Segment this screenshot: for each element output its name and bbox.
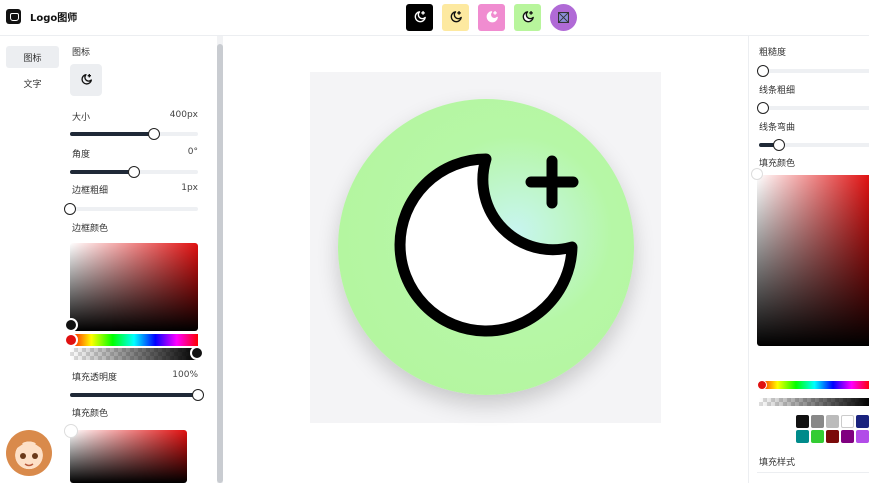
moon-plus-icon: [522, 11, 534, 23]
size-value: 400px: [169, 110, 198, 120]
icon-settings-panel: 图标 大小 400px 角度 0° 边框粗细 1px 边框颜色 填充透明度 10…: [64, 36, 216, 483]
size-slider-thumb[interactable]: [148, 128, 161, 140]
angle-label: 角度: [72, 150, 91, 160]
swatch-gray[interactable]: [811, 415, 824, 428]
preset-black[interactable]: [406, 4, 433, 31]
moon-plus-icon: [486, 11, 498, 23]
style-presets: [406, 4, 577, 31]
border-hue-slider[interactable]: [70, 334, 198, 346]
size-slider[interactable]: [70, 128, 198, 140]
fill-color-picker-thumb[interactable]: [64, 424, 78, 438]
icon-label: 图标: [72, 48, 91, 58]
swatch-black[interactable]: [796, 415, 809, 428]
right-hue-thumb[interactable]: [757, 380, 767, 390]
border-alpha-slider[interactable]: [70, 348, 198, 360]
canvas-area: [224, 36, 747, 483]
stroke-width-label: 线条粗细: [759, 86, 796, 96]
roughness-slider-thumb[interactable]: [757, 65, 769, 77]
swatch-light-gray[interactable]: [826, 415, 839, 428]
fill-opacity-slider-fill: [70, 393, 198, 397]
app-logo-icon: [6, 9, 21, 24]
style-settings-panel: 粗糙度 线条粗细 线条弯曲 填充颜色 填充样式: [748, 36, 869, 483]
right-fill-color-saturation-area[interactable]: [757, 175, 869, 346]
border-color-picker-thumb[interactable]: [64, 318, 78, 332]
swatch-purple[interactable]: [841, 430, 854, 443]
size-label: 大小: [72, 113, 91, 123]
border-color-saturation-area[interactable]: [70, 243, 198, 331]
swatch-navy[interactable]: [856, 415, 869, 428]
border-width-label: 边框粗细: [72, 186, 109, 196]
angle-value: 0°: [187, 147, 198, 157]
border-width-slider-thumb[interactable]: [64, 203, 76, 215]
stroke-width-slider[interactable]: [757, 102, 869, 114]
border-width-value: 1px: [181, 183, 198, 193]
border-color-label: 边框颜色: [72, 224, 109, 234]
swatch-maroon[interactable]: [826, 430, 839, 443]
moon-plus-icon: [450, 11, 462, 23]
right-fill-color-picker-thumb[interactable]: [751, 168, 763, 180]
logo-background-circle[interactable]: [338, 99, 634, 395]
icon-picker-button[interactable]: [70, 64, 102, 96]
border-hue-thumb[interactable]: [64, 333, 78, 347]
preset-yellow[interactable]: [442, 4, 469, 31]
mode-tabs: 图标 文字: [0, 36, 64, 483]
fill-color-saturation-area[interactable]: [70, 430, 187, 483]
roughness-label: 粗糙度: [759, 48, 787, 58]
stroke-curve-slider[interactable]: [759, 139, 869, 151]
top-bar: Logo图师: [0, 0, 869, 36]
tab-text[interactable]: 文字: [6, 72, 59, 94]
angle-slider-thumb[interactable]: [128, 166, 140, 178]
fill-color-label: 填充颜色: [72, 409, 109, 419]
preset-pink[interactable]: [478, 4, 505, 31]
fill-opacity-slider[interactable]: [70, 389, 204, 401]
moon-plus-icon: [81, 74, 92, 85]
swatch-teal[interactable]: [796, 430, 809, 443]
size-slider-fill: [70, 132, 155, 136]
angle-slider[interactable]: [70, 166, 198, 178]
stroke-curve-label: 线条弯曲: [759, 123, 796, 133]
border-alpha-thumb[interactable]: [190, 346, 204, 360]
swatch-white[interactable]: [841, 415, 854, 428]
stroke-curve-slider-thumb[interactable]: [773, 139, 785, 151]
stroke-width-slider-thumb[interactable]: [757, 102, 769, 114]
right-hue-slider[interactable]: [759, 381, 869, 389]
left-panel-scrollbar[interactable]: [217, 36, 223, 483]
swatch-green[interactable]: [811, 430, 824, 443]
fill-style-label: 填充样式: [759, 458, 796, 468]
user-avatar[interactable]: [6, 430, 52, 476]
pattern-grid-icon: [558, 12, 569, 23]
angle-slider-fill: [70, 170, 134, 174]
fill-opacity-value: 100%: [172, 370, 198, 380]
fill-opacity-label: 填充透明度: [72, 373, 118, 383]
avatar-character-icon: [10, 436, 48, 467]
preset-purple[interactable]: [550, 4, 577, 31]
logo-artboard[interactable]: [310, 72, 661, 423]
preset-green[interactable]: [514, 4, 541, 31]
border-width-slider[interactable]: [64, 203, 198, 215]
right-alpha-slider[interactable]: [759, 398, 869, 406]
swatch-violet[interactable]: [856, 430, 869, 443]
app-title: Logo图师: [30, 13, 78, 24]
left-panel-scrollbar-thumb[interactable]: [217, 44, 223, 483]
right-fill-color-label: 填充颜色: [759, 159, 796, 169]
tab-icon[interactable]: 图标: [6, 46, 59, 68]
divider: [757, 472, 869, 473]
roughness-slider[interactable]: [757, 65, 869, 77]
fill-opacity-slider-thumb[interactable]: [192, 389, 204, 401]
moon-plus-icon[interactable]: [338, 99, 634, 395]
moon-plus-icon: [414, 11, 426, 23]
